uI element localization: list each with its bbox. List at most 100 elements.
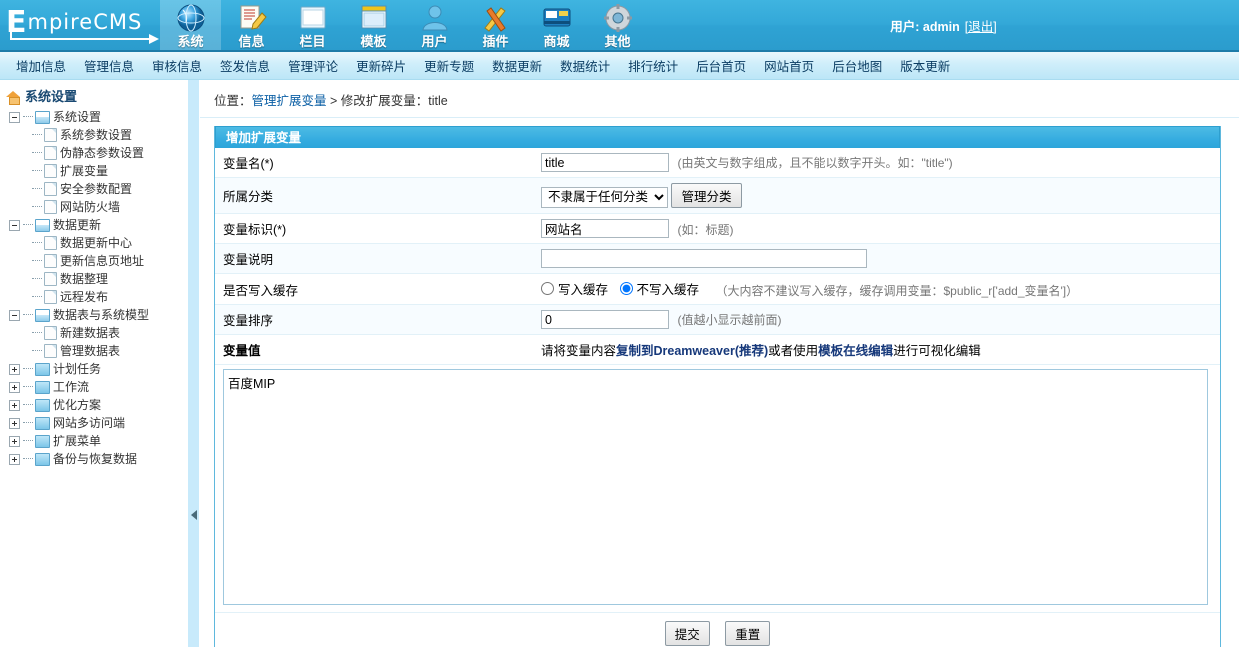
sidebar-item-new-table[interactable]: 新建数据表 xyxy=(4,324,188,342)
table-row: 是否写入缓存 写入缓存 不写入缓存 （大内容不建议写入缓存，缓存调用变量：$pu… xyxy=(215,274,1220,305)
sidebar-item-label[interactable]: 远程发布 xyxy=(60,288,108,306)
sidebar-item-data-update-center[interactable]: 数据更新中心 xyxy=(4,234,188,252)
sidebar-title: 系统设置 xyxy=(25,86,77,105)
submit-button[interactable]: 提交 xyxy=(665,621,710,646)
plus-icon[interactable] xyxy=(9,364,20,375)
main-tab-info[interactable]: 信息 xyxy=(221,0,282,50)
nav-item-3[interactable]: 签发信息 xyxy=(220,56,270,75)
sidebar-item-label[interactable]: 网站防火墙 xyxy=(60,198,120,216)
nav-item-9[interactable]: 排行统计 xyxy=(628,56,678,75)
sidebar-group-extension-menu[interactable]: 扩展菜单 xyxy=(4,432,188,450)
cache-no-radio[interactable] xyxy=(620,282,633,295)
nav-item-7[interactable]: 数据更新 xyxy=(492,56,542,75)
sidebar-item-label[interactable]: 新建数据表 xyxy=(60,324,120,342)
sidebar-group-label[interactable]: 网站多访问端 xyxy=(53,414,125,432)
copy-to-dreamweaver-link[interactable]: 复制到Dreamweaver(推荐) xyxy=(616,344,768,358)
sidebar-group-label[interactable]: 数据更新 xyxy=(53,216,101,234)
value-tip-suffix: 进行可视化编辑 xyxy=(893,344,981,358)
tree-connector xyxy=(23,216,35,234)
variable-value-textarea[interactable]: 百度MIP xyxy=(223,369,1208,605)
plus-icon[interactable] xyxy=(9,418,20,429)
sidebar-item-label[interactable]: 数据更新中心 xyxy=(60,234,132,252)
sidebar-item-update-info-page-url[interactable]: 更新信息页地址 xyxy=(4,252,188,270)
sidebar-group-label[interactable]: 备份与恢复数据 xyxy=(53,450,137,468)
sidebar-item-label[interactable]: 更新信息页地址 xyxy=(60,252,144,270)
sidebar-item-label[interactable]: 数据整理 xyxy=(60,270,108,288)
sidebar-group-label[interactable]: 扩展菜单 xyxy=(53,432,101,450)
manage-category-button[interactable]: 管理分类 xyxy=(671,183,741,208)
value-tip-cell: 请将变量内容复制到Dreamweaver(推荐)或者使用模板在线编辑进行可视化编… xyxy=(533,335,1220,365)
nav-item-4[interactable]: 管理评论 xyxy=(288,56,338,75)
varlabel-input[interactable] xyxy=(541,219,669,238)
cache-yes-wrap[interactable]: 写入缓存 xyxy=(541,279,608,298)
sidebar-group-tables-models[interactable]: 数据表与系统模型 xyxy=(4,306,188,324)
category-select[interactable]: 不隶属于任何分类 xyxy=(541,187,668,208)
main-tab-plugin[interactable]: 插件 xyxy=(465,0,526,50)
sidebar-item-label[interactable]: 伪静态参数设置 xyxy=(60,144,144,162)
plus-icon[interactable] xyxy=(9,382,20,393)
sidebar-item-label[interactable]: 系统参数设置 xyxy=(60,126,132,144)
form-panel: 增加扩展变量 变量名(*) (由英文与数字组成，且不能以数字开头。如："titl… xyxy=(214,126,1221,647)
page-icon xyxy=(44,236,57,250)
sidebar-item-extension-variables[interactable]: 扩展变量 xyxy=(4,162,188,180)
cache-yes-label: 写入缓存 xyxy=(558,279,608,298)
main-tab-column[interactable]: 栏目 xyxy=(282,0,343,50)
template-online-edit-link[interactable]: 模板在线编辑 xyxy=(818,344,893,358)
nav-item-5[interactable]: 更新碎片 xyxy=(356,56,406,75)
main-tab-shop[interactable]: 商城 xyxy=(526,0,587,50)
vardesc-input[interactable] xyxy=(541,249,867,268)
plus-icon[interactable] xyxy=(9,454,20,465)
reset-button[interactable]: 重置 xyxy=(725,621,770,646)
sidebar-group-label[interactable]: 系统设置 xyxy=(53,108,101,126)
plus-icon[interactable] xyxy=(9,436,20,447)
main-tab-user[interactable]: 用户 xyxy=(404,0,465,50)
nav-item-12[interactable]: 后台地图 xyxy=(832,56,882,75)
sidebar-item-system-params[interactable]: 系统参数设置 xyxy=(4,126,188,144)
nav-item-0[interactable]: 增加信息 xyxy=(16,56,66,75)
sidebar-item-pseudostatic-params[interactable]: 伪静态参数设置 xyxy=(4,144,188,162)
breadcrumb-link[interactable]: 管理扩展变量 xyxy=(252,94,327,108)
sidebar-item-label[interactable]: 扩展变量 xyxy=(60,162,108,180)
minus-icon[interactable] xyxy=(9,310,20,321)
nav-item-1[interactable]: 管理信息 xyxy=(84,56,134,75)
main-tab-other[interactable]: 其他 xyxy=(587,0,648,50)
sidebar-group-optimization[interactable]: 优化方案 xyxy=(4,396,188,414)
cache-no-wrap[interactable]: 不写入缓存 xyxy=(620,279,700,298)
sidebar-group-label[interactable]: 工作流 xyxy=(53,378,89,396)
nav-item-6[interactable]: 更新专题 xyxy=(424,56,474,75)
sidebar-item-data-cleanup[interactable]: 数据整理 xyxy=(4,270,188,288)
main-tab-system[interactable]: 系统 xyxy=(160,0,221,50)
sidebar-item-firewall[interactable]: 网站防火墙 xyxy=(4,198,188,216)
plus-icon[interactable] xyxy=(9,400,20,411)
cache-yes-radio[interactable] xyxy=(541,282,554,295)
logout-link[interactable]: [退出] xyxy=(965,16,997,35)
main-tab-template[interactable]: 模板 xyxy=(343,0,404,50)
nav-item-10[interactable]: 后台首页 xyxy=(696,56,746,75)
value-tip-prefix: 请将变量内容 xyxy=(541,344,616,358)
sidebar-item-remote-publish[interactable]: 远程发布 xyxy=(4,288,188,306)
sidebar-item-label[interactable]: 管理数据表 xyxy=(60,342,120,360)
secondary-nav: 增加信息 管理信息 审核信息 签发信息 管理评论 更新碎片 更新专题 数据更新 … xyxy=(0,52,1239,80)
logo-initial: E xyxy=(6,5,28,40)
minus-icon[interactable] xyxy=(9,112,20,123)
sidebar-collapse-handle[interactable] xyxy=(188,80,200,647)
nav-item-8[interactable]: 数据统计 xyxy=(560,56,610,75)
minus-icon[interactable] xyxy=(9,220,20,231)
varname-input[interactable] xyxy=(541,153,669,172)
sidebar-item-manage-tables[interactable]: 管理数据表 xyxy=(4,342,188,360)
sidebar-group-system-settings[interactable]: 系统设置 xyxy=(4,108,188,126)
order-input[interactable] xyxy=(541,310,669,329)
sidebar-group-backup-restore[interactable]: 备份与恢复数据 xyxy=(4,450,188,468)
nav-item-2[interactable]: 审核信息 xyxy=(152,56,202,75)
sidebar-group-label[interactable]: 优化方案 xyxy=(53,396,101,414)
sidebar-group-data-update[interactable]: 数据更新 xyxy=(4,216,188,234)
sidebar-group-multi-access[interactable]: 网站多访问端 xyxy=(4,414,188,432)
sidebar-group-label[interactable]: 计划任务 xyxy=(53,360,101,378)
sidebar-item-security-params[interactable]: 安全参数配置 xyxy=(4,180,188,198)
sidebar-group-workflow[interactable]: 工作流 xyxy=(4,378,188,396)
sidebar-item-label[interactable]: 安全参数配置 xyxy=(60,180,132,198)
sidebar-group-label[interactable]: 数据表与系统模型 xyxy=(53,306,149,324)
sidebar-group-scheduled-tasks[interactable]: 计划任务 xyxy=(4,360,188,378)
nav-item-13[interactable]: 版本更新 xyxy=(900,56,950,75)
nav-item-11[interactable]: 网站首页 xyxy=(764,56,814,75)
